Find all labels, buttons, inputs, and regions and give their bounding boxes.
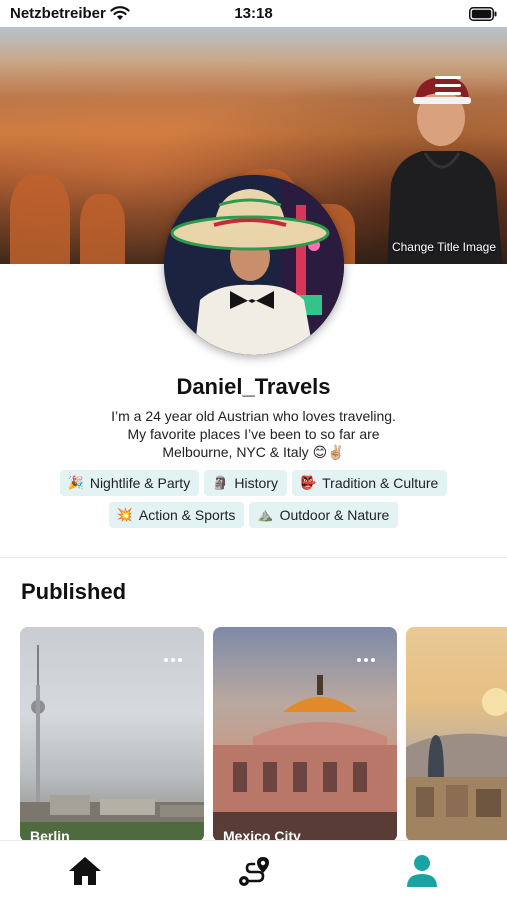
interest-chip-label: History [234, 475, 278, 491]
trip-card-berlin[interactable]: Berlin [20, 627, 204, 842]
interest-chips-row: 💥 Action & Sports ⛰️ Outdoor & Nature [0, 502, 507, 528]
published-heading: Published [21, 579, 127, 604]
menu-icon[interactable] [435, 76, 461, 96]
interest-chip-nightlife[interactable]: 🎉 Nightlife & Party [59, 470, 200, 496]
change-title-image-button[interactable]: Change Title Image [392, 240, 496, 254]
rock-formation [80, 194, 125, 264]
interest-chip-outdoor[interactable]: ⛰️ Outdoor & Nature [249, 502, 399, 528]
status-time: 13:18 [234, 5, 273, 22]
more-options-icon[interactable] [164, 649, 186, 662]
battery-icon [469, 7, 497, 21]
moai-icon: 🗿 [212, 475, 229, 491]
interest-chip-label: Nightlife & Party [89, 475, 191, 491]
more-options-icon[interactable] [357, 649, 379, 662]
bottom-tab-bar [0, 840, 507, 900]
interest-chip-history[interactable]: 🗿 History [204, 470, 287, 496]
berlin-photo [20, 645, 204, 842]
mountain-icon: ⛰️ [257, 507, 274, 523]
interest-chip-label: Action & Sports [138, 507, 236, 523]
rock-formation [10, 174, 70, 264]
profile-icon [407, 855, 437, 887]
tab-home[interactable] [65, 851, 105, 891]
interest-chip-action[interactable]: 💥 Action & Sports [108, 502, 245, 528]
section-divider [0, 557, 507, 558]
status-bar: Netzbetreiber 13:18 [0, 0, 507, 27]
avatar[interactable] [164, 175, 344, 355]
profile-username: Daniel_Travels [176, 374, 331, 399]
profile-bio: I’m a 24 year old Austrian who loves tra… [111, 408, 396, 460]
home-icon [69, 857, 101, 885]
trip-card-barcelona[interactable] [406, 627, 507, 842]
route-icon [239, 857, 269, 886]
collision-icon: 💥 [116, 507, 133, 523]
interest-chips-row: 🎉 Nightlife & Party 🗿 History 👺 Traditio… [0, 470, 507, 496]
avatar-photo [164, 175, 344, 355]
tab-routes[interactable] [234, 851, 274, 891]
tab-profile[interactable] [402, 851, 442, 891]
interest-chip-tradition[interactable]: 👺 Tradition & Culture [291, 470, 448, 496]
mexico-city-photo [213, 675, 397, 842]
interest-chip-label: Tradition & Culture [322, 475, 439, 491]
barcelona-photo [406, 688, 507, 842]
party-popper-icon: 🎉 [67, 475, 84, 491]
interest-chip-label: Outdoor & Nature [279, 507, 390, 523]
trip-card-mexico-city[interactable]: Mexico City [213, 627, 397, 842]
mask-icon: 👺 [299, 475, 317, 491]
